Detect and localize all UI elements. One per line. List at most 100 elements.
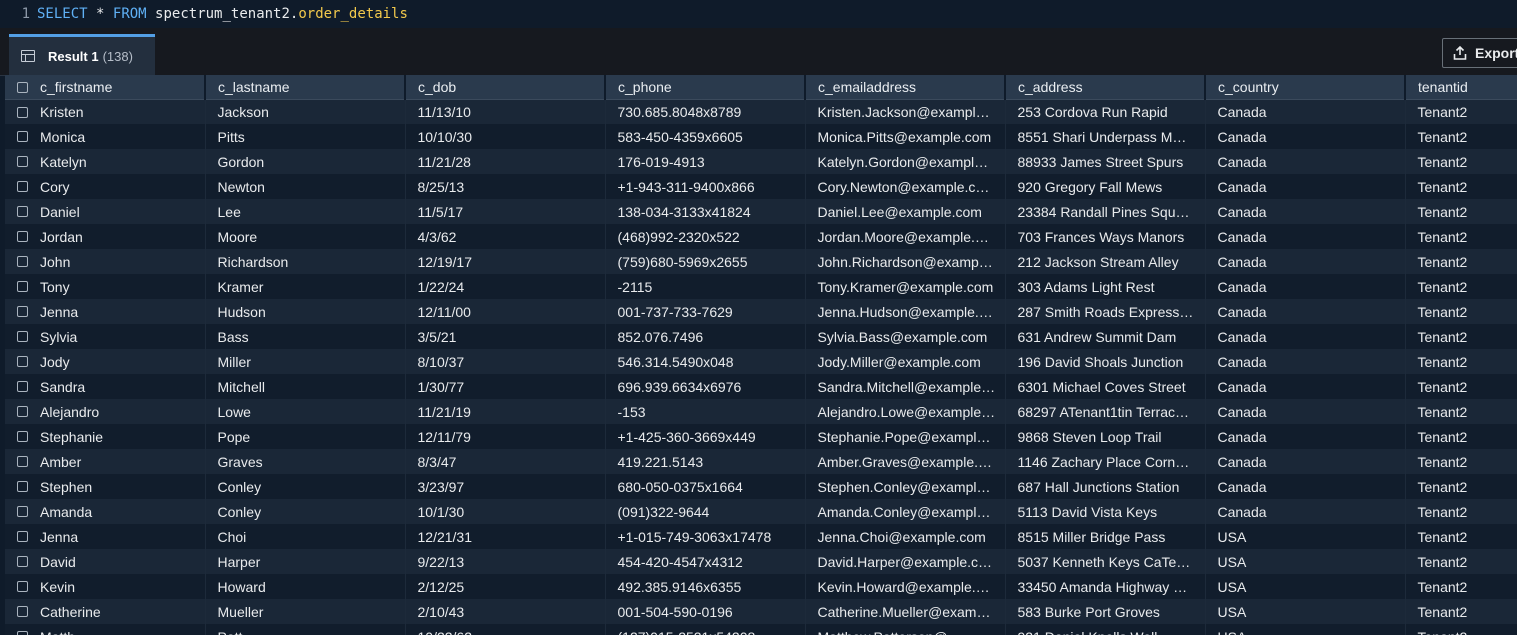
table-row[interactable]: Jody Miller 8/10/37 546.314.5490x048 Jody.Mi… <box>5 349 1517 374</box>
table-cell-c_firstname[interactable]: Tony <box>5 274 206 299</box>
table-cell-c_firstname[interactable]: Katelyn <box>5 149 206 174</box>
table-cell-c_address[interactable]: 196 David Shoals Junction <box>1005 349 1206 374</box>
table-cell-c_firstname[interactable]: Sylvia <box>5 324 206 349</box>
row-checkbox[interactable] <box>17 181 28 193</box>
table-cell-c_emailaddress[interactable]: Stephanie.Pope@exampl… <box>805 424 1006 449</box>
table-row[interactable]: Catherine Mueller 2/10/43 001-504-590-0196 C… <box>5 599 1517 624</box>
table-cell-c_emailaddress[interactable]: John.Richardson@examp… <box>805 249 1006 274</box>
table-cell-c_country[interactable]: Canada <box>1205 274 1406 299</box>
table-cell-c_address[interactable]: 8551 Shari Underpass M… <box>1005 124 1206 149</box>
table-cell-c_phone[interactable]: +1-943-311-9400x866 <box>605 174 806 199</box>
table-cell-c_dob[interactable]: 11/13/10 <box>405 99 606 124</box>
table-cell-c_phone[interactable]: 001-504-590-0196 <box>605 599 806 624</box>
table-row[interactable]: Alejandro Lowe 11/21/19 -153 Alejandro.Lowe@… <box>5 399 1517 424</box>
table-cell-c_dob[interactable]: 3/5/21 <box>405 324 606 349</box>
row-checkbox[interactable] <box>17 631 28 635</box>
row-checkbox[interactable] <box>17 506 28 518</box>
table-cell-c_address[interactable]: 287 Smith Roads Express… <box>1005 299 1206 324</box>
table-cell-c_dob[interactable]: 12/11/00 <box>405 299 606 324</box>
table-cell-c_phone[interactable]: 680-050-0375x1664 <box>605 474 806 499</box>
table-cell-tenantid[interactable]: Tenant2 <box>1405 574 1517 599</box>
table-cell-c_phone[interactable]: 138-034-3133x41824 <box>605 199 806 224</box>
table-cell-c_emailaddress[interactable]: David.Harper@example.c… <box>805 549 1006 574</box>
table-cell-c_address[interactable]: 33450 Amanda Highway … <box>1005 574 1206 599</box>
table-cell-tenantid[interactable]: Tenant2 <box>1405 274 1517 299</box>
table-cell-c_address[interactable]: 703 Frances Ways Manors <box>1005 224 1206 249</box>
table-cell-c_firstname[interactable]: Stephen <box>5 474 206 499</box>
column-header-c_firstname[interactable]: c_firstname <box>5 75 206 100</box>
table-cell-c_phone[interactable]: 730.685.8048x8789 <box>605 99 806 124</box>
table-cell-c_firstname[interactable]: John <box>5 249 206 274</box>
table-cell-c_country[interactable]: Canada <box>1205 124 1406 149</box>
table-cell-c_phone[interactable]: 454-420-4547x4312 <box>605 549 806 574</box>
table-cell-c_emailaddress[interactable]: Jody.Miller@example.com <box>805 349 1006 374</box>
tab-result-1[interactable]: Result 1 (138) <box>9 34 155 75</box>
table-cell-c_address[interactable]: 8515 Miller Bridge Pass <box>1005 524 1206 549</box>
column-header-c_country[interactable]: c_country <box>1205 75 1406 100</box>
table-cell-c_address[interactable]: 68297 ATenant1tin Terrac… <box>1005 399 1206 424</box>
table-cell-c_phone[interactable]: 696.939.6634x6976 <box>605 374 806 399</box>
table-cell-c_address[interactable]: 212 Jackson Stream Alley <box>1005 249 1206 274</box>
table-cell-c_firstname[interactable]: Kristen <box>5 99 206 124</box>
table-cell-c_address[interactable]: 9868 Steven Loop Trail <box>1005 424 1206 449</box>
table-cell-c_firstname[interactable]: Jordan <box>5 224 206 249</box>
table-row[interactable]: Sylvia Bass 3/5/21 852.076.7496 Sylvia.Bass@… <box>5 324 1517 349</box>
table-cell-tenantid[interactable]: Tenant2 <box>1405 624 1517 635</box>
column-header-tenantid[interactable]: tenantid <box>1405 75 1517 100</box>
row-checkbox[interactable] <box>17 356 28 368</box>
table-cell-c_firstname[interactable]: Amanda <box>5 499 206 524</box>
table-cell-c_country[interactable]: Canada <box>1205 374 1406 399</box>
table-cell-c_country[interactable]: USA <box>1205 549 1406 574</box>
row-checkbox[interactable] <box>17 131 28 143</box>
table-cell-c_lastname[interactable]: Hudson <box>205 299 406 324</box>
column-header-c_lastname[interactable]: c_lastname <box>205 75 406 100</box>
table-row[interactable]: Amanda Conley 10/1/30 (091)322-9644 Amanda.C… <box>5 499 1517 524</box>
table-cell-c_emailaddress[interactable]: Kristen.Jackson@exampl… <box>805 99 1006 124</box>
table-cell-c_emailaddress[interactable]: Sylvia.Bass@example.com <box>805 324 1006 349</box>
table-cell-c_phone[interactable]: (127)015-2521x54208 <box>605 624 806 635</box>
table-cell-tenantid[interactable]: Tenant2 <box>1405 199 1517 224</box>
table-cell-c_firstname[interactable]: Monica <box>5 124 206 149</box>
row-checkbox[interactable] <box>17 556 28 568</box>
table-cell-c_lastname[interactable]: Mitchell <box>205 374 406 399</box>
table-row[interactable]: John Richardson 12/19/17 (759)680-5969x2655… <box>5 249 1517 274</box>
table-cell-c_address[interactable]: 23384 Randall Pines Squ… <box>1005 199 1206 224</box>
table-cell-c_emailaddress[interactable]: Kevin.Howard@example.… <box>805 574 1006 599</box>
table-cell-c_dob[interactable]: 11/21/28 <box>405 149 606 174</box>
results-grid[interactable]: c_firstname c_lastname c_dob c_phone c_e… <box>5 75 1517 635</box>
table-cell-c_firstname[interactable]: Kevin <box>5 574 206 599</box>
row-checkbox[interactable] <box>17 431 28 443</box>
table-cell-c_emailaddress[interactable]: Matthew.Patterson@… <box>805 624 1006 635</box>
table-row[interactable]: Jenna Hudson 12/11/00 001-737-733-7629 Jenna… <box>5 299 1517 324</box>
table-cell-c_country[interactable]: USA <box>1205 574 1406 599</box>
row-checkbox[interactable] <box>17 456 28 468</box>
table-cell-c_emailaddress[interactable]: Amber.Graves@example.… <box>805 449 1006 474</box>
table-cell-c_address[interactable]: 5037 Kenneth Keys CaTe… <box>1005 549 1206 574</box>
table-cell-c_lastname[interactable]: Choi <box>205 524 406 549</box>
table-cell-c_address[interactable]: 1146 Zachary Place Corn… <box>1005 449 1206 474</box>
row-checkbox[interactable] <box>17 531 28 543</box>
table-cell-tenantid[interactable]: Tenant2 <box>1405 449 1517 474</box>
table-cell-c_address[interactable]: 6301 Michael Coves Street <box>1005 374 1206 399</box>
table-row[interactable]: Daniel Lee 11/5/17 138-034-3133x41824 Daniel… <box>5 199 1517 224</box>
row-checkbox[interactable] <box>17 206 28 218</box>
table-row[interactable]: Sandra Mitchell 1/30/77 696.939.6634x6976 Sa… <box>5 374 1517 399</box>
table-cell-tenantid[interactable]: Tenant2 <box>1405 324 1517 349</box>
table-cell-tenantid[interactable]: Tenant2 <box>1405 349 1517 374</box>
table-cell-c_country[interactable]: USA <box>1205 524 1406 549</box>
table-cell-c_firstname[interactable]: Daniel <box>5 199 206 224</box>
table-cell-c_phone[interactable]: 583-450-4359x6605 <box>605 124 806 149</box>
table-cell-tenantid[interactable]: Tenant2 <box>1405 299 1517 324</box>
table-row[interactable]: Kevin Howard 2/12/25 492.385.9146x6355 Kevin… <box>5 574 1517 599</box>
table-cell-tenantid[interactable]: Tenant2 <box>1405 249 1517 274</box>
table-cell-tenantid[interactable]: Tenant2 <box>1405 374 1517 399</box>
table-cell-c_lastname[interactable]: Mueller <box>205 599 406 624</box>
table-cell-c_lastname[interactable]: Harper <box>205 549 406 574</box>
table-cell-tenantid[interactable]: Tenant2 <box>1405 549 1517 574</box>
table-row[interactable]: Jordan Moore 4/3/62 (468)992-2320x522 Jordan… <box>5 224 1517 249</box>
table-cell-c_dob[interactable]: 10/1/30 <box>405 499 606 524</box>
table-cell-c_lastname[interactable]: Lee <box>205 199 406 224</box>
table-cell-c_emailaddress[interactable]: Amanda.Conley@exampl… <box>805 499 1006 524</box>
column-header-c_phone[interactable]: c_phone <box>605 75 806 100</box>
table-cell-c_country[interactable]: Canada <box>1205 199 1406 224</box>
